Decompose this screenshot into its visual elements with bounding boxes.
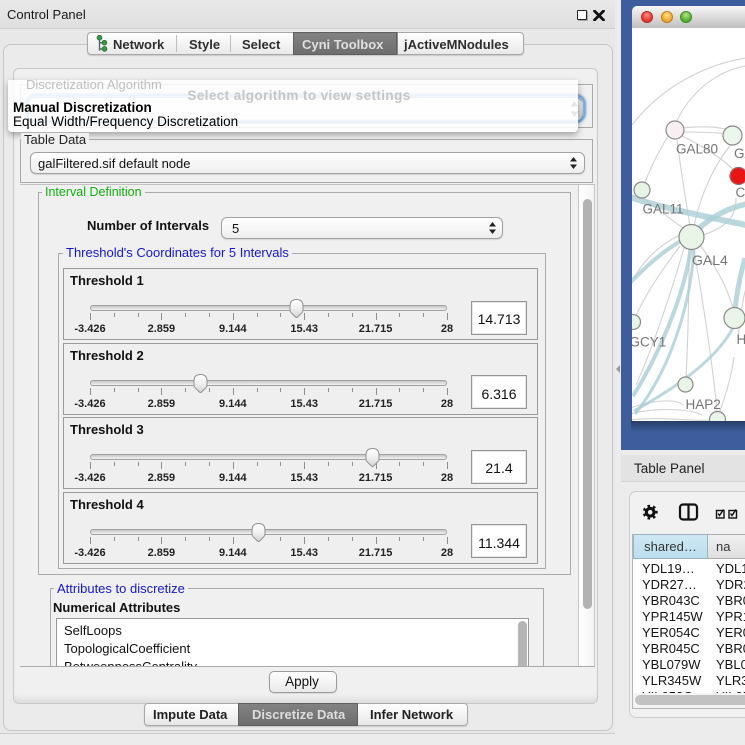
svg-text:HA: HA — [736, 332, 745, 347]
svg-text:HAP2: HAP2 — [685, 397, 720, 412]
svg-text:GAL11: GAL11 — [642, 201, 683, 216]
svg-text:GA: GA — [734, 146, 745, 161]
svg-text:GAL80: GAL80 — [676, 141, 718, 156]
svg-text:CY: CY — [735, 185, 745, 200]
svg-text:GCY1: GCY1 — [632, 334, 666, 349]
svg-text:GAL4: GAL4 — [692, 252, 728, 268]
